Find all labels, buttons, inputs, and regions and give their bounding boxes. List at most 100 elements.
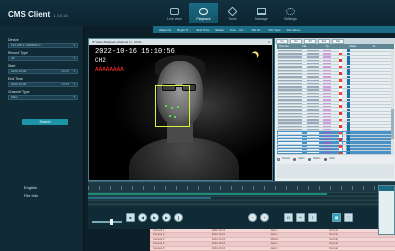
column-header[interactable]: End Time [191, 28, 210, 32]
nav-label: Tools [228, 17, 237, 21]
record-type-select[interactable]: All ▾ [8, 56, 78, 61]
file-type-placeholder [323, 145, 331, 147]
nav-label: Settings [284, 17, 297, 21]
nav-manage[interactable]: Manage [247, 3, 276, 23]
channel-type-value: Main [11, 95, 18, 99]
toolbar-button[interactable]: Del [332, 38, 344, 44]
zoom-out-button[interactable]: − [248, 213, 257, 222]
column-header[interactable]: File Si... [246, 28, 263, 32]
record-list-header: Wake No Begin Ti... End Time Status Proc… [153, 26, 395, 33]
fullscreen-button[interactable]: ⛶ [344, 213, 353, 222]
snapshot-button[interactable]: ◘ [284, 213, 293, 222]
timeline-track[interactable] [88, 192, 395, 195]
file-name-placeholder [307, 59, 319, 62]
toolbar-button[interactable]: All [304, 38, 316, 44]
start-time-field[interactable]: 2022-10-06 00:00 ▾ [8, 69, 78, 74]
fast-button[interactable]: ▶ [162, 213, 171, 222]
status-legend: Normal Alarm Motion Other [277, 156, 394, 162]
file-list[interactable] [277, 49, 394, 155]
file-type-placeholder [323, 79, 331, 81]
person-shoulders [129, 137, 239, 180]
table-row[interactable]: Camera 5 2022-10-16 Alarm Normal [150, 247, 395, 251]
download-button[interactable]: ⇩ [308, 213, 317, 222]
nav-playback[interactable]: Playback [189, 3, 218, 23]
file-time-placeholder [278, 79, 302, 81]
file-time-placeholder [278, 96, 302, 98]
table-cell: Normal [329, 237, 338, 241]
zoom-in-button[interactable]: + [260, 213, 269, 222]
file-time-placeholder [278, 59, 302, 62]
record-type-value: All [11, 56, 15, 60]
column-header[interactable]: Proc... Co... [224, 28, 246, 32]
file-type-placeholder [323, 69, 331, 72]
frame-step-button[interactable]: ❙ [174, 213, 183, 222]
column-header[interactable]: File Type [262, 28, 280, 32]
slow-button[interactable]: ◀ [138, 213, 147, 222]
file-info-link[interactable]: File Info [24, 192, 38, 200]
column-header[interactable]: File Name [281, 28, 301, 32]
tools-icon [227, 6, 238, 17]
playback-timeline[interactable] [88, 181, 395, 207]
language-link[interactable]: English [24, 184, 38, 192]
app-title: CMS Client [8, 10, 51, 19]
file-time-placeholder [278, 86, 302, 88]
nav-live-view[interactable]: Live view [160, 3, 189, 23]
osd-name: AAAAAAAA [95, 66, 124, 73]
toolbar-button[interactable]: Exp [318, 38, 330, 44]
file-type-placeholder [323, 49, 331, 52]
play-button[interactable]: ▶ [150, 213, 159, 222]
app-version: 1.3.6.16 [53, 13, 68, 18]
timeline-track[interactable] [88, 200, 395, 203]
layout-button[interactable]: ▦ [332, 213, 341, 222]
table-cell: 2022-10-16 [211, 233, 226, 237]
table-cell: 2022-10-16 [211, 242, 226, 246]
end-time-field[interactable]: 2022-10-06 23:59 ▾ [8, 82, 78, 87]
device-select[interactable]: 192.168.1.100/8000 V... ▾ [8, 43, 78, 48]
file-type-placeholder [323, 89, 331, 91]
side-popup[interactable] [378, 185, 395, 235]
table-cell: Alarm [270, 229, 278, 232]
volume-knob[interactable] [110, 219, 113, 225]
table-cell: Camera 3 [153, 237, 165, 241]
file-name-placeholder [307, 76, 319, 78]
video-view[interactable]: 2022-10-16 15:10:56 CH2 AAAAAAAA [89, 45, 272, 180]
file-name-placeholder [307, 119, 319, 121]
file-time-placeholder [278, 89, 302, 91]
clip-button[interactable]: ✂ [296, 213, 305, 222]
timeline-track[interactable] [88, 196, 395, 199]
file-type-placeholder [323, 66, 331, 68]
stop-button[interactable]: ■ [126, 213, 135, 222]
toolbar-button[interactable]: Up [276, 38, 288, 44]
playback-icon [199, 8, 208, 15]
start-clock-value: 00:00 [61, 69, 69, 73]
file-time-placeholder [278, 82, 302, 85]
channel-type-select[interactable]: Main ▾ [8, 95, 78, 100]
file-name-placeholder [307, 115, 319, 118]
table-cell: 2022-10-16 [211, 237, 226, 241]
search-panel: Device 192.168.1.100/8000 V... ▾ Record T… [0, 26, 84, 251]
search-button[interactable]: Search [22, 119, 68, 125]
file-type-placeholder [323, 132, 331, 134]
list-item[interactable] [277, 151, 394, 155]
nav-settings[interactable]: Settings [276, 3, 305, 23]
column-header[interactable]: Wake No [153, 28, 171, 32]
file-time-placeholder [278, 66, 302, 68]
status-badge [339, 151, 342, 155]
legend-label: Other [329, 158, 336, 160]
column-header[interactable]: Status [209, 28, 224, 32]
file-type-placeholder [323, 72, 331, 75]
file-type-placeholder [323, 86, 331, 88]
nav-tools[interactable]: Tools [218, 3, 247, 23]
file-name-placeholder [307, 105, 319, 108]
legend-label: Alarm [298, 158, 305, 160]
column-header[interactable]: Begin Ti... [171, 28, 190, 32]
toolbar-button[interactable]: Dn [290, 38, 302, 44]
file-name-placeholder [307, 99, 319, 101]
file-name-placeholder [307, 138, 319, 141]
file-name-placeholder [307, 82, 319, 85]
scrollbar[interactable] [391, 49, 394, 155]
volume-slider[interactable] [92, 221, 122, 223]
file-type-placeholder [323, 125, 331, 128]
file-name-placeholder [307, 49, 319, 52]
table-cell: 2022-10-16 [211, 246, 226, 250]
